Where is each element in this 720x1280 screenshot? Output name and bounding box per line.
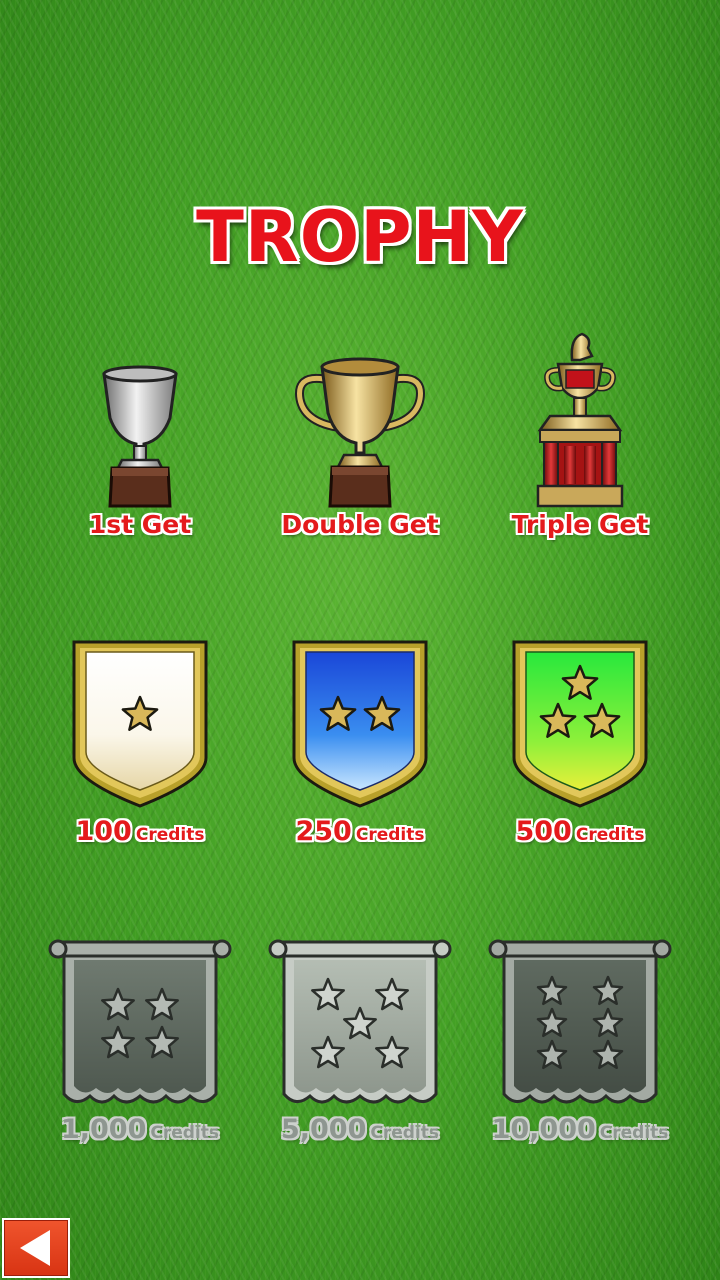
blue-shield-icon — [292, 640, 428, 808]
banner-1000-credits[interactable]: 1,000 Credits — [20, 936, 260, 1145]
silver-banner-icon — [268, 939, 452, 1104]
banner-label: 1,000 Credits — [60, 1114, 220, 1145]
shield-100-credits[interactable]: 100 Credits — [20, 638, 260, 847]
trophy-1st-get[interactable]: 1st Get — [20, 360, 260, 539]
trophy-double-get[interactable]: Double Get — [240, 355, 480, 539]
trophy-label: 1st Get — [88, 510, 192, 539]
page-title: TROPHY — [196, 196, 524, 278]
gold-cup-icon — [295, 357, 425, 508]
shield-label: 250 Credits — [295, 816, 425, 847]
shield-label: 500 Credits — [515, 816, 645, 847]
shield-500-credits[interactable]: 500 Credits — [460, 638, 700, 847]
banner-10000-credits[interactable]: 10,000 Credits — [460, 936, 700, 1145]
banner-5000-credits[interactable]: 5,000 Credits — [240, 936, 480, 1145]
trophy-label: Triple Get — [511, 510, 649, 539]
back-arrow-icon — [20, 1230, 50, 1266]
back-button[interactable] — [2, 1218, 70, 1278]
green-shield-icon — [512, 640, 648, 808]
trophy-triple-get[interactable]: Triple Get — [460, 330, 700, 539]
shield-250-credits[interactable]: 250 Credits — [240, 638, 480, 847]
white-shield-icon — [72, 640, 208, 808]
banner-label: 5,000 Credits — [280, 1114, 440, 1145]
tower-trophy-icon — [536, 332, 624, 508]
trophy-label: Double Get — [281, 510, 439, 539]
silver-cup-icon — [102, 365, 178, 508]
grey-banner-icon — [48, 939, 232, 1104]
shield-label: 100 Credits — [75, 816, 205, 847]
banner-label: 10,000 Credits — [491, 1114, 669, 1145]
dark-banner-icon — [488, 939, 672, 1104]
